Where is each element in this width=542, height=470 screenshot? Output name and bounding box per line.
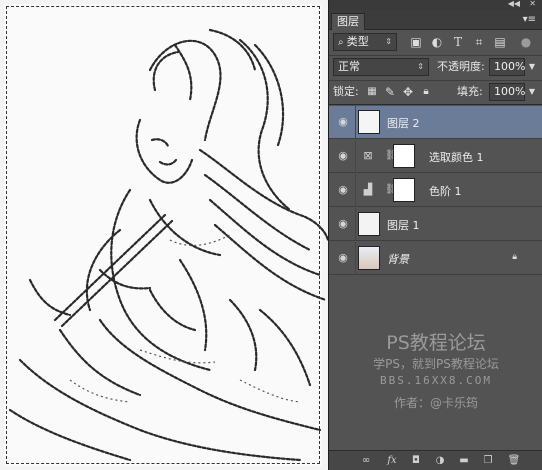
divider: [329, 80, 542, 81]
layer-name[interactable]: 色阶 1: [429, 183, 462, 199]
add-mask-icon[interactable]: ◘: [409, 454, 423, 468]
chevron-updown-icon: ⇕: [385, 37, 392, 46]
adjustment-filter-icon[interactable]: ◐: [430, 35, 444, 49]
blend-row: 正常 ⇕ 不透明度: 100% ▼: [329, 57, 542, 79]
filter-toggle-icon[interactable]: ●: [519, 35, 533, 49]
layer-row-levels[interactable]: ◉ ▟ ⛓ 色阶 1: [329, 174, 542, 207]
divider: [355, 242, 356, 275]
eye-visibility-icon[interactable]: ◉: [335, 115, 351, 129]
eye-visibility-icon[interactable]: ◉: [335, 183, 351, 197]
trash-icon[interactable]: 🗑︎: [507, 454, 521, 468]
divider: [355, 174, 356, 207]
lock-icon[interactable]: 🔒︎: [512, 252, 517, 262]
fill-label: 填充:: [457, 85, 483, 98]
lock-label: 锁定:: [333, 85, 359, 98]
panel-tabbar: 图层 ▾≡: [329, 10, 542, 30]
divider: [355, 140, 356, 173]
divider: [355, 106, 356, 139]
filter-search-icon: ⌕: [338, 37, 347, 48]
blend-mode-select[interactable]: 正常 ⇕: [333, 58, 429, 76]
layer-name[interactable]: 选取颜色 1: [429, 149, 484, 165]
filter-row: ⌕ 类型 ⇕ ▣ ◐ T ⌗ ▤ ●: [329, 32, 542, 54]
layer-name[interactable]: 背景: [387, 251, 409, 267]
layers-bottom-toolbar: ∞ fx ◘ ◑ ▬ ❐ 🗑︎: [329, 450, 542, 470]
watermark-url: BBS.16XX8.COM: [379, 374, 493, 387]
layer-thumbnail: [358, 110, 380, 134]
divider: [355, 208, 356, 241]
layer-mask-thumbnail[interactable]: [393, 144, 415, 168]
type-filter-icon[interactable]: T: [451, 35, 465, 49]
lock-row: 锁定: ▦ ✎ ✥ 🔒︎ 填充: 100% ▼: [329, 82, 542, 104]
shape-filter-icon[interactable]: ⌗: [472, 35, 486, 49]
selective-color-icon: ⊠: [363, 149, 373, 162]
chevron-down-icon[interactable]: ▼: [525, 85, 539, 99]
layer-mask-thumbnail[interactable]: [393, 178, 415, 202]
filter-type-select[interactable]: ⌕ 类型 ⇕: [333, 33, 397, 51]
document-canvas[interactable]: [0, 0, 328, 470]
divider: [329, 104, 542, 105]
eye-visibility-icon[interactable]: ◉: [335, 149, 351, 163]
layer-row-layer-2[interactable]: ◉ 图层 2: [329, 106, 542, 139]
eye-visibility-icon[interactable]: ◉: [335, 251, 351, 265]
layer-name[interactable]: 图层 1: [387, 217, 420, 233]
watermark-author: 作者：@卡乐筠: [393, 396, 478, 410]
layer-row-layer-1[interactable]: ◉ 图层 1: [329, 208, 542, 241]
levels-icon: ▟: [363, 183, 373, 196]
layer-row-background[interactable]: ◉ 背景 🔒︎: [329, 242, 542, 275]
opacity-input[interactable]: 100%: [489, 58, 525, 76]
layer-row-selective-color[interactable]: ◉ ⊠ ⛓ 选取颜色 1: [329, 140, 542, 173]
new-layer-icon[interactable]: ❐: [481, 454, 495, 468]
collapse-panel-icon[interactable]: ◀◀: [508, 0, 520, 8]
lock-all-icon[interactable]: 🔒︎: [419, 85, 433, 99]
layer-name[interactable]: 图层 2: [387, 115, 420, 131]
watermark-slogan: 学PS，就到PS教程论坛: [373, 357, 499, 371]
panel-title-strip: ◀◀ ✕: [329, 0, 542, 10]
panel-menu-icon[interactable]: ▾≡: [523, 14, 536, 25]
chevron-updown-icon: ⇕: [417, 62, 424, 71]
adjustment-layer-icon[interactable]: ◑: [433, 454, 447, 468]
image-filter-icon[interactable]: ▣: [409, 35, 423, 49]
blend-mode-value: 正常: [338, 60, 360, 73]
filter-type-value: 类型: [346, 35, 369, 48]
new-group-icon[interactable]: ▬: [457, 454, 471, 468]
lock-image-pixels-icon[interactable]: ✎: [383, 85, 397, 99]
layer-thumbnail: [358, 246, 380, 270]
close-panel-icon[interactable]: ✕: [529, 0, 536, 8]
lock-position-icon[interactable]: ✥: [401, 85, 415, 99]
tab-layers[interactable]: 图层: [331, 13, 365, 30]
link-layers-icon[interactable]: ∞: [359, 454, 373, 468]
layer-thumbnail: [358, 212, 380, 236]
eye-visibility-icon[interactable]: ◉: [335, 217, 351, 231]
opacity-label: 不透明度:: [437, 60, 485, 73]
lock-transparent-pixels-icon[interactable]: ▦: [365, 85, 379, 99]
watermark-title: PS教程论坛: [386, 332, 486, 354]
fx-icon[interactable]: fx: [385, 454, 399, 468]
chevron-down-icon[interactable]: ▼: [525, 60, 539, 74]
fill-input[interactable]: 100%: [489, 83, 525, 101]
selection-marquee: [6, 6, 320, 464]
smart-object-filter-icon[interactable]: ▤: [493, 35, 507, 49]
layers-panel: ◀◀ ✕ 图层 ▾≡ ⌕ 类型 ⇕ ▣ ◐ T ⌗ ▤ ● 正常 ⇕ 不透明度:…: [328, 0, 542, 470]
divider: [329, 55, 542, 56]
